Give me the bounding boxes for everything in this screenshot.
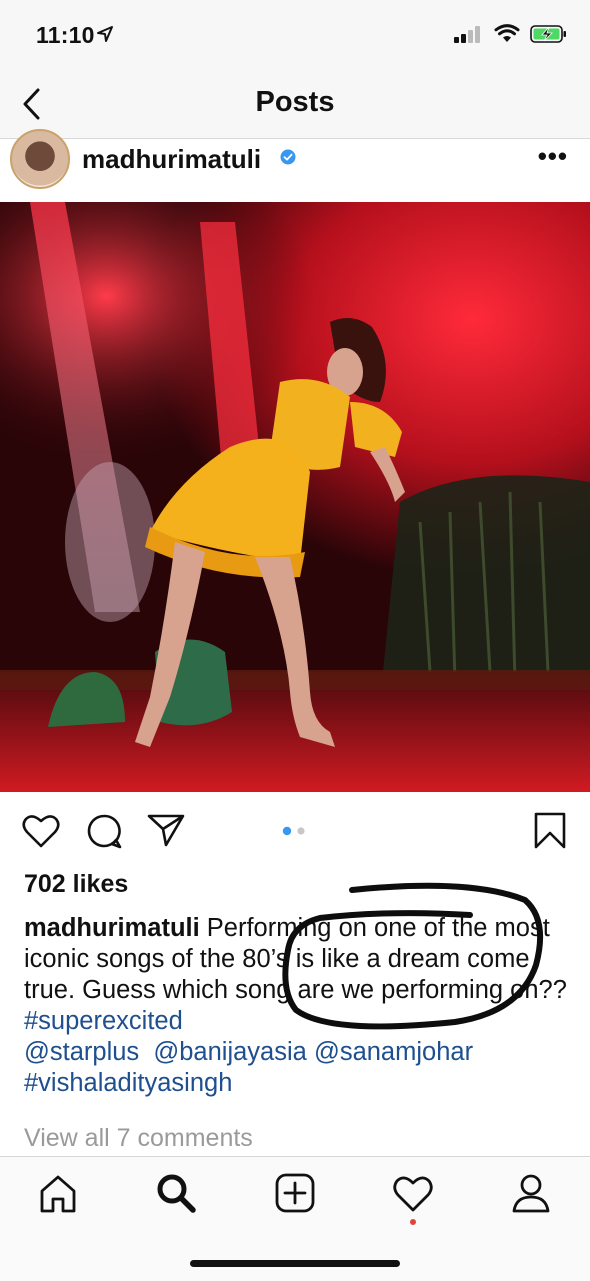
likes-count[interactable]: 702 likes: [24, 870, 128, 899]
navigation-bar: Posts: [0, 70, 590, 139]
carousel-indicator: [282, 826, 305, 836]
battery-charging-icon: [530, 25, 566, 43]
signal-icon: [454, 26, 480, 43]
home-icon[interactable]: [36, 1171, 80, 1215]
wifi-icon: [494, 24, 520, 42]
post-header: madhurimatuli •••: [0, 129, 590, 201]
caption-username[interactable]: madhurimatuli: [24, 914, 200, 942]
post-image[interactable]: [0, 202, 590, 792]
location-arrow-icon: [97, 26, 113, 42]
status-time: 11:10: [36, 22, 95, 48]
status-bar: 11:10: [0, 0, 590, 70]
activity-heart-icon[interactable]: [391, 1171, 435, 1215]
status-indicators: [454, 24, 568, 44]
notification-dot: [410, 1219, 416, 1225]
page-title: Posts: [255, 86, 335, 118]
post-caption: madhurimatuli Performing on one of the m…: [24, 913, 569, 1099]
profile-icon[interactable]: [509, 1171, 553, 1215]
comment-icon[interactable]: [85, 812, 123, 850]
mention-link[interactable]: @sanamjohar: [314, 1038, 473, 1066]
hashtag-link[interactable]: #superexcited: [24, 1007, 183, 1035]
bookmark-icon[interactable]: [533, 812, 567, 850]
home-indicator[interactable]: [190, 1260, 400, 1267]
view-comments-link[interactable]: View all 7 comments: [24, 1124, 253, 1153]
send-icon[interactable]: [147, 812, 185, 848]
avatar[interactable]: [10, 129, 70, 189]
post-actions: [0, 805, 590, 860]
search-icon[interactable]: [154, 1171, 198, 1215]
hashtag-link[interactable]: #vishaladityasingh: [24, 1069, 232, 1097]
verified-badge-icon: [280, 149, 296, 165]
stage-performance-photo: [0, 202, 590, 792]
add-post-icon[interactable]: [273, 1171, 317, 1215]
post-username[interactable]: madhurimatuli: [82, 144, 261, 175]
heart-icon[interactable]: [22, 813, 60, 849]
more-icon[interactable]: •••: [538, 143, 568, 169]
mention-link[interactable]: @starplus: [24, 1038, 139, 1066]
mention-link[interactable]: @banijayasia: [153, 1038, 306, 1066]
